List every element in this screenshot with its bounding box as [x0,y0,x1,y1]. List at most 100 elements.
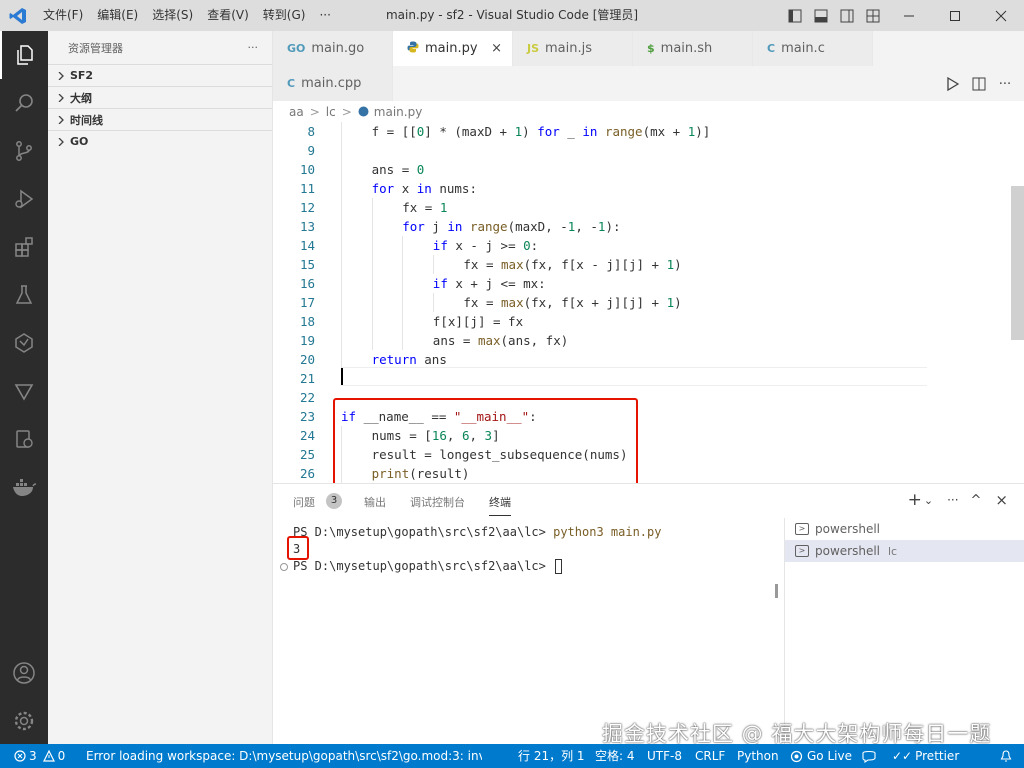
section-sf2[interactable]: SF2 [48,64,272,86]
customize-layout-icon[interactable] [860,0,886,31]
run-debug-icon[interactable] [0,175,48,223]
code-line[interactable]: 11 for x in nums: [273,179,933,198]
cursor-position[interactable]: 行 21，列 1 [518,744,585,768]
tab-main-py[interactable]: main.py × [393,31,513,66]
tab-main-c[interactable]: Cmain.c [753,31,873,66]
menu-more[interactable]: ··· [312,0,337,31]
more-actions-icon[interactable]: ··· [992,71,1018,97]
tab-main-cpp[interactable]: Cmain.cpp [273,66,393,101]
account-icon[interactable] [0,649,48,697]
code-token: , - [575,219,598,234]
code-editor[interactable]: 8f = [[0] * (maxD + 1) for _ in range(mx… [273,122,1024,483]
section-go[interactable]: GO [48,130,272,152]
warning-icon [42,750,55,762]
tab-terminal[interactable]: 终端 [489,494,511,516]
toggle-primary-sidebar-icon[interactable] [782,0,808,31]
code-line[interactable]: 13 for j in range(maxD, -1, -1): [273,217,933,236]
sidebar-more-actions[interactable]: ··· [248,41,259,54]
tab-main-sh[interactable]: $ main.sh [633,31,753,66]
terminal[interactable]: PS D:\mysetup\gopath\src\sf2\aa\lc> pyth… [273,518,783,745]
line-ending[interactable]: CRLF [695,744,725,768]
workspace-error-status[interactable]: Error loading workspace: D:\mysetup\gopa… [82,744,482,768]
settings-gear-icon[interactable] [0,697,48,745]
run-file-icon[interactable] [940,71,966,97]
breadcrumb-aa[interactable]: aa [289,105,304,119]
remote-icon[interactable] [0,319,48,367]
minimize-icon[interactable] [886,0,932,31]
more-actions-icon[interactable]: ··· [947,490,958,510]
tab-output[interactable]: 输出 [364,494,386,510]
terminal-scrollbar[interactable] [775,584,778,598]
gitlens-icon[interactable] [0,367,48,415]
problems-status[interactable]: 3 0 [14,744,65,768]
chevron-down-icon[interactable]: ⌄ [924,490,933,510]
code-line[interactable]: 19 ans = max(ans, fx) [273,331,933,350]
source-control-icon[interactable] [0,127,48,175]
maximize-panel-icon[interactable]: ^ [971,490,982,510]
section-timeline[interactable]: 时间线 [48,108,272,130]
notifications-bell-icon[interactable] [1000,744,1012,768]
code-text: for j in range(maxD, -1, -1): [402,217,620,236]
tab-main-js[interactable]: JS main.js [513,31,633,66]
code-line[interactable]: 18 f[x][j] = fx [273,312,933,331]
close-tab-icon[interactable]: × [491,41,502,56]
menu-selection[interactable]: 选择(S) [145,0,200,31]
indent-guide [341,141,342,160]
menu-file[interactable]: 文件(F) [36,0,90,31]
tab-debug-console[interactable]: 调试控制台 [410,494,465,510]
sidebar-title: 资源管理器 [68,41,123,55]
extensions-icon[interactable] [0,223,48,271]
menu-edit[interactable]: 编辑(E) [90,0,145,31]
code-line[interactable]: 8 f = [[0] * (maxD + 1) for _ in range(mx… [273,122,933,141]
split-editor-icon[interactable] [966,71,992,97]
docker-icon[interactable] [0,463,48,511]
toggle-panel-icon[interactable] [808,0,834,31]
breadcrumb-main-py[interactable]: main.py [374,105,423,119]
indent-guide [341,217,342,236]
code-line[interactable]: 16 if x + j <= mx: [273,274,933,293]
language-mode[interactable]: Python [737,744,779,768]
code-line[interactable]: 15 fx = max(fx, f[x - j][j] + 1) [273,255,933,274]
code-token: (fx, f[x - j][j] + [523,257,667,272]
toggle-secondary-sidebar-icon[interactable] [834,0,860,31]
code-line[interactable]: 10 ans = 0 [273,160,933,179]
testing-icon[interactable] [0,271,48,319]
code-line[interactable]: 14 if x - j >= 0: [273,236,933,255]
prettier-status[interactable]: ✓✓ Prettier [892,744,959,768]
menu-go[interactable]: 转到(G) [256,0,313,31]
encoding[interactable]: UTF-8 [647,744,682,768]
new-terminal-icon[interactable]: + [908,490,922,510]
maximize-icon[interactable] [932,0,978,31]
problems-count-badge: 3 [326,493,342,509]
indent-guide [341,179,342,198]
search-icon[interactable] [0,79,48,127]
python-file-icon [407,41,419,56]
tab-label: main.sh [660,41,713,56]
explorer-icon[interactable] [0,31,48,79]
feedback-icon[interactable] [862,744,876,768]
editor-scrollbar[interactable] [1011,186,1024,340]
code-line[interactable]: 12 fx = 1 [273,198,933,217]
terminal-instance-selected[interactable]: > powershell lc [785,540,1024,562]
menu-view[interactable]: 查看(V) [200,0,256,31]
section-outline[interactable]: 大纲 [48,86,272,108]
terminal-instance[interactable]: > powershell [785,518,1024,540]
code-line[interactable]: 20 return ans [273,350,933,369]
tab-label: main.go [311,41,365,56]
code-token: max [477,333,501,348]
tab-problems[interactable]: 问题 [293,494,315,510]
line-number: 18 [299,314,315,329]
breadcrumb-lc[interactable]: lc [326,105,336,119]
remote-explorer-icon[interactable] [0,415,48,463]
code-line[interactable]: 9 [273,141,933,160]
tab-main-go[interactable]: GO main.go [273,31,393,66]
go-live-status[interactable]: Go Live [790,744,852,768]
close-window-icon[interactable] [978,0,1024,31]
indentation[interactable]: 空格: 4 [595,744,635,768]
code-line[interactable]: 17 fx = max(fx, f[x + j][j] + 1) [273,293,933,312]
close-panel-icon[interactable]: × [995,490,1008,510]
code-line[interactable]: 21 [273,369,933,388]
highlight-box-output [287,536,309,560]
code-token: in [416,181,432,196]
chevron-right-icon [54,115,68,124]
